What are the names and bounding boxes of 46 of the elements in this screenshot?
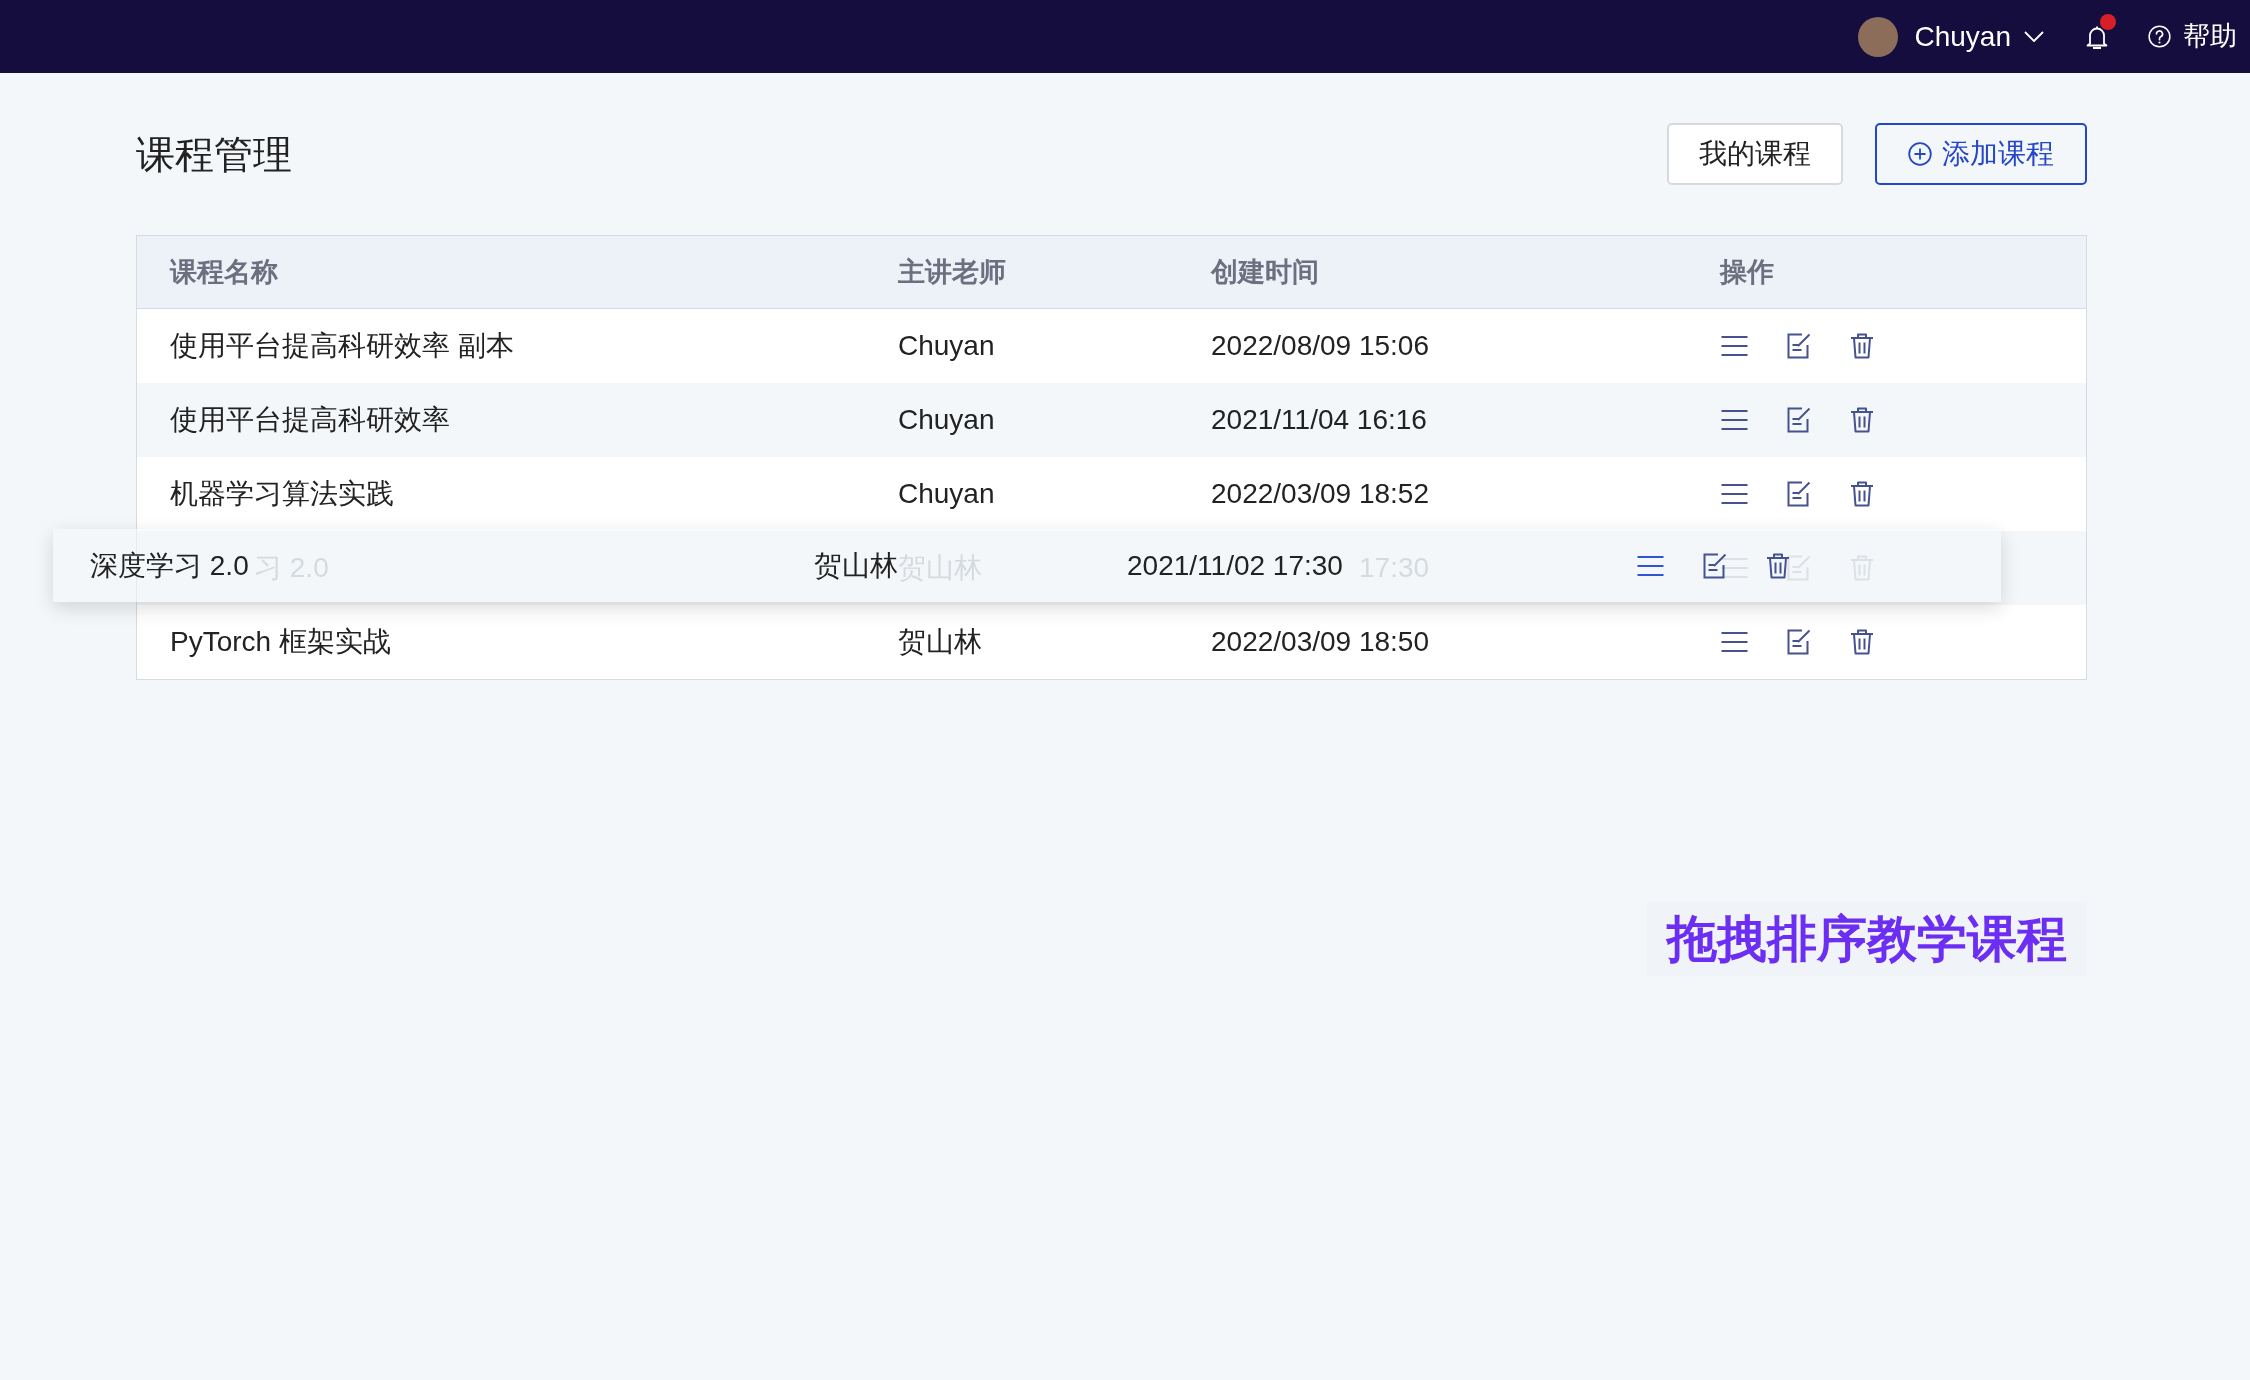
column-header: 课程名称 [170, 256, 278, 287]
created-time: 2021/11/02 17:30 [1127, 549, 1343, 581]
edit-icon[interactable] [1787, 629, 1812, 655]
teacher-name: Chuyan [898, 330, 995, 361]
teacher-name: 贺山林 [814, 549, 898, 581]
trash-icon[interactable] [1850, 481, 1874, 507]
user-menu-button[interactable]: Chuyan [1914, 22, 2044, 51]
trash-icon[interactable] [1850, 407, 1874, 433]
column-header: 操作 [1720, 256, 1774, 287]
created-time: 2022/03/09 18:50 [1211, 626, 1429, 657]
bell-icon[interactable] [2086, 24, 2108, 49]
course-name: PyTorch 框架实战 [170, 626, 391, 657]
list-icon[interactable] [1720, 409, 1749, 431]
column-header: 创建时间 [1211, 256, 1319, 287]
course-name: 深度学习 2.0 [90, 549, 249, 581]
help-icon [2148, 25, 2171, 48]
trash-icon[interactable] [1850, 629, 1874, 655]
list-icon[interactable] [1720, 335, 1749, 357]
my-courses-button[interactable]: 我的课程 [1667, 123, 1843, 185]
page-title: 课程管理 [136, 134, 292, 174]
list-icon[interactable] [1720, 483, 1749, 505]
edit-icon[interactable] [1703, 552, 1728, 579]
avatar[interactable] [1858, 16, 1899, 57]
caption-text: 拖拽排序教学课程 [1647, 902, 2087, 976]
created-time: 2021/11/04 16:16 [1211, 404, 1427, 435]
column-header: 主讲老师 [898, 256, 1006, 287]
trash-icon[interactable] [1850, 333, 1874, 359]
edit-icon[interactable] [1787, 407, 1812, 433]
list-icon[interactable] [1720, 631, 1749, 653]
edit-icon[interactable] [1787, 333, 1812, 359]
chevron-down-icon [2024, 31, 2044, 42]
course-name: 使用平台提高科研效率 副本 [170, 330, 514, 361]
add-course-button[interactable]: 添加课程 [1875, 123, 2087, 185]
created-time: 2022/08/09 15:06 [1211, 330, 1429, 361]
trash-icon[interactable] [1766, 552, 1790, 579]
teacher-name: Chuyan [898, 478, 995, 509]
help-button[interactable]: 帮助 [2148, 23, 2237, 50]
teacher-name: 贺山林 [898, 626, 982, 657]
plus-circle-icon [1908, 142, 1932, 166]
course-name: 机器学习算法实践 [170, 478, 394, 509]
list-icon[interactable] [1636, 554, 1665, 577]
course-name: 使用平台提高科研效率 [170, 404, 450, 435]
created-time: 2022/03/09 18:52 [1211, 478, 1429, 509]
edit-icon[interactable] [1787, 481, 1812, 507]
teacher-name: Chuyan [898, 404, 995, 435]
list-icon[interactable] [1720, 557, 1749, 579]
